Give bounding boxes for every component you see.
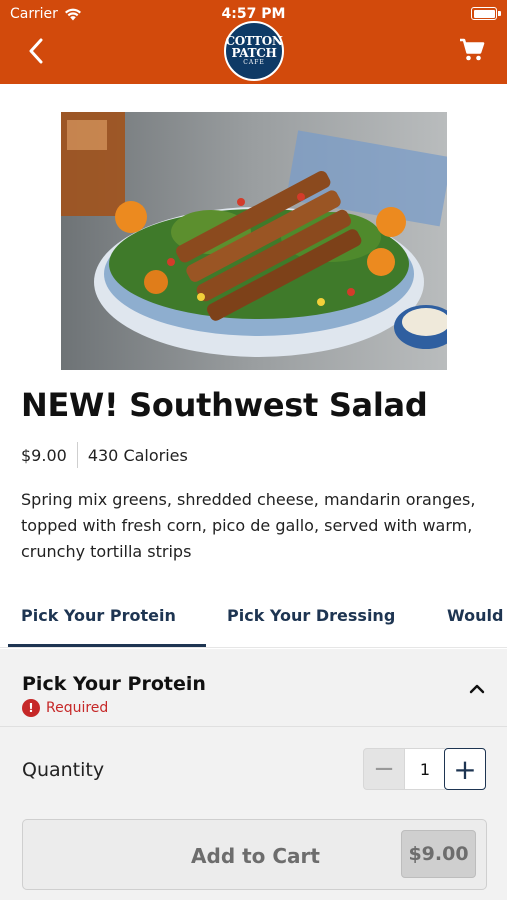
chevron-up-icon[interactable] [467,679,487,699]
tab-would[interactable]: Would [447,606,503,625]
increase-quantity-button[interactable]: + [444,748,486,790]
quantity-label: Quantity [22,759,105,781]
quantity-panel: Quantity − 1 + Add to Cart $9.00 [0,729,507,900]
chevron-left-icon [29,38,43,64]
alert-icon: ! [22,699,40,717]
active-tab-indicator [8,644,206,647]
meta-divider [76,442,78,468]
back-button[interactable] [22,34,50,68]
product-price: $9.00 [21,445,67,465]
quantity-stepper: − 1 + [363,748,487,790]
app-header: Carrier 4:57 PM COTTON PATCH CAFE [0,0,507,84]
product-title: NEW! Southwest Salad [21,386,428,424]
product-image [61,112,447,370]
add-to-cart-button[interactable]: Add to Cart $9.00 [22,819,487,890]
section-title: Pick Your Protein [22,673,206,695]
cart-button[interactable] [457,34,487,66]
tab-pick-your-dressing[interactable]: Pick Your Dressing [227,606,395,625]
protein-section: Pick Your Protein ! Required Quantity − … [0,649,507,900]
add-to-cart-price: $9.00 [401,830,476,878]
quantity-value[interactable]: 1 [405,748,445,790]
logo-text-line2: PATCH [231,46,277,60]
required-label: Required [46,700,109,716]
product-calories: 430 Calories [87,445,188,465]
brand-logo: COTTON PATCH CAFE [224,21,284,81]
protein-section-header[interactable]: Pick Your Protein ! Required [0,649,507,727]
battery-icon [471,7,497,20]
product-meta: $9.00 430 Calories [21,442,188,468]
logo-text-line3: CAFE [243,59,265,66]
product-description: Spring mix greens, shredded cheese, mand… [21,490,476,561]
clock: 4:57 PM [221,6,286,22]
tab-pick-your-protein[interactable]: Pick Your Protein [21,606,176,625]
shopping-cart-icon [460,38,485,61]
option-tabs: Pick Your Protein Pick Your Dressing Wou… [0,592,507,648]
decrease-quantity-button[interactable]: − [363,748,405,790]
battery-cap [498,11,501,16]
required-indicator: ! Required [22,699,108,717]
